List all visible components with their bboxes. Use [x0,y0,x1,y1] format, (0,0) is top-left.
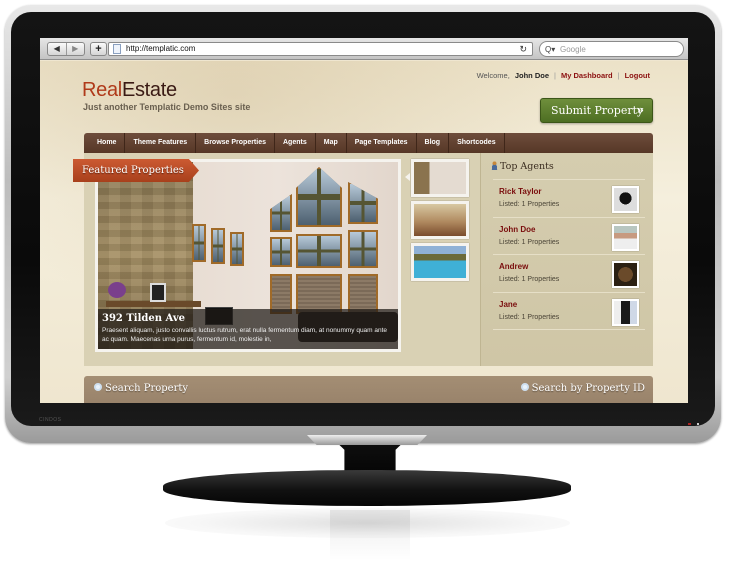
person-icon [491,161,498,170]
browser-search-input[interactable]: Q▾ Google [539,41,684,57]
agent-listing-count: Listed: 1 Properties [499,313,560,321]
search-property-heading[interactable]: Search Property [94,383,188,394]
agent-listing-count: Listed: 1 Properties [499,201,560,208]
window [192,224,206,262]
thumbnail-list [405,159,471,285]
browser-toolbar: ◀ ▶ + http://templatic.com ↻ Q▾ Google [40,38,688,60]
agent-name[interactable]: Andrew [499,262,528,271]
monitor-stand-base [163,470,571,506]
flowers [108,282,126,298]
nav-item-home[interactable]: Home [89,133,126,153]
top-agents-title: Top Agents [500,161,554,172]
search-property-label: Search Property [105,383,189,394]
user-name: John Doe [514,71,549,80]
screen: ◀ ▶ + http://templatic.com ↻ Q▾ Google R… [40,38,688,403]
web-page: RealEstate Just another Templatic Demo S… [40,61,688,403]
portrait-frame [150,283,166,302]
monitor-brand-label: CINDOS [39,417,62,423]
search-by-id-heading[interactable]: Search by Property ID [520,383,645,394]
monitor-stand-collar [307,435,427,445]
logout-link[interactable]: Logout [625,71,650,80]
agent-item: Andrew Listed: 1 Properties [493,255,645,293]
reload-icon[interactable]: ↻ [519,43,527,55]
history-buttons: ◀ ▶ [47,42,85,56]
welcome-text: Welcome, [476,71,510,80]
window-shade [348,274,378,314]
search-band: Search Property Search by Property ID [84,376,653,403]
agent-listing-count: Listed: 1 Properties [499,238,560,246]
agent-avatar[interactable] [612,298,639,326]
agent-item: Jane Listed: 1 Properties [493,293,645,330]
search-by-id-label: Search by Property ID [531,383,645,394]
agent-name[interactable]: Jane [499,300,517,309]
property-description: Praesent aliquam, justo convallis luctus… [102,327,388,343]
logo-part-real: Real [82,79,122,101]
forward-icon[interactable]: ▶ [65,43,85,55]
window-shade [270,274,292,314]
nav-item-theme-features[interactable]: Theme Features [125,133,197,153]
power-button [697,423,699,425]
nav-item-agents[interactable]: Agents [275,133,316,153]
window [296,167,342,227]
add-bookmark-button[interactable]: + [90,42,107,56]
site-logo[interactable]: RealEstate [82,79,177,102]
nav-item-blog[interactable]: Blog [417,133,450,153]
featured-caption: 392 Tilden Ave Praesent aliquam, justo c… [98,309,398,349]
address-bar[interactable]: http://templatic.com ↻ [108,42,533,56]
featured-property-image[interactable]: 392 Tilden Ave Praesent aliquam, justo c… [95,159,401,352]
nav-item-page-templates[interactable]: Page Templates [347,133,417,153]
site-tagline: Just another Templatic Demo Sites site [83,102,251,112]
separator: | [617,71,620,80]
back-icon[interactable]: ◀ [48,43,66,55]
top-agents-heading: Top Agents [491,161,554,172]
my-dashboard-link[interactable]: My Dashboard [561,71,613,80]
user-links: Welcome, John Doe | My Dashboard | Logou… [477,71,650,80]
page-icon [113,44,121,54]
window [296,234,342,268]
agent-avatar[interactable] [612,186,639,213]
agent-name[interactable]: John Doe [499,225,535,234]
agent-item: John Doe Listed: 1 Properties [493,218,645,255]
logo-part-estate: Estate [121,79,177,101]
agent-name[interactable]: Rick Taylor [499,187,542,196]
main-nav: Home Theme Features Browse Properties Ag… [84,133,653,153]
nav-item-browse-properties[interactable]: Browse Properties [196,133,275,153]
thumbnail-bedroom[interactable] [411,201,469,239]
agent-item: Rick Taylor Listed: 1 Properties [493,180,645,218]
agent-avatar[interactable] [612,223,639,251]
double-chevron-right-icon: » [636,103,645,117]
window [270,194,292,232]
nav-item-shortcodes[interactable]: Shortcodes [449,133,505,153]
nav-item-map[interactable]: Map [316,133,347,153]
agent-avatar[interactable] [612,261,639,288]
window-shade [296,274,342,314]
agent-listing-count: Listed: 1 Properties [499,276,560,283]
search-placeholder: Google [560,45,586,54]
thumbnail-living-room[interactable] [411,159,469,197]
submit-property-button[interactable]: Submit Property » [540,98,653,123]
featured-properties-ribbon: Featured Properties [73,159,199,182]
thumbnail-pool[interactable] [411,243,469,281]
separator: | [554,71,556,80]
window [348,230,378,268]
window [348,182,378,224]
magnifier-icon [94,383,102,391]
agent-list: Rick Taylor Listed: 1 Properties John Do… [493,179,645,330]
active-thumb-pointer [405,173,410,181]
window [270,237,292,267]
power-led [688,423,691,425]
property-title[interactable]: 392 Tilden Ave [102,313,394,324]
submit-property-label: Submit Property [551,104,644,117]
magnifier-icon [520,383,529,391]
neck-reflection [330,510,410,560]
search-icon: Q▾ [545,45,556,54]
top-agents-sidebar: Top Agents Rick Taylor Listed: 1 Propert… [480,153,653,366]
url-text: http://templatic.com [126,44,196,53]
window [211,228,225,264]
window [230,232,244,266]
content-area: 392 Tilden Ave Praesent aliquam, justo c… [73,153,653,366]
